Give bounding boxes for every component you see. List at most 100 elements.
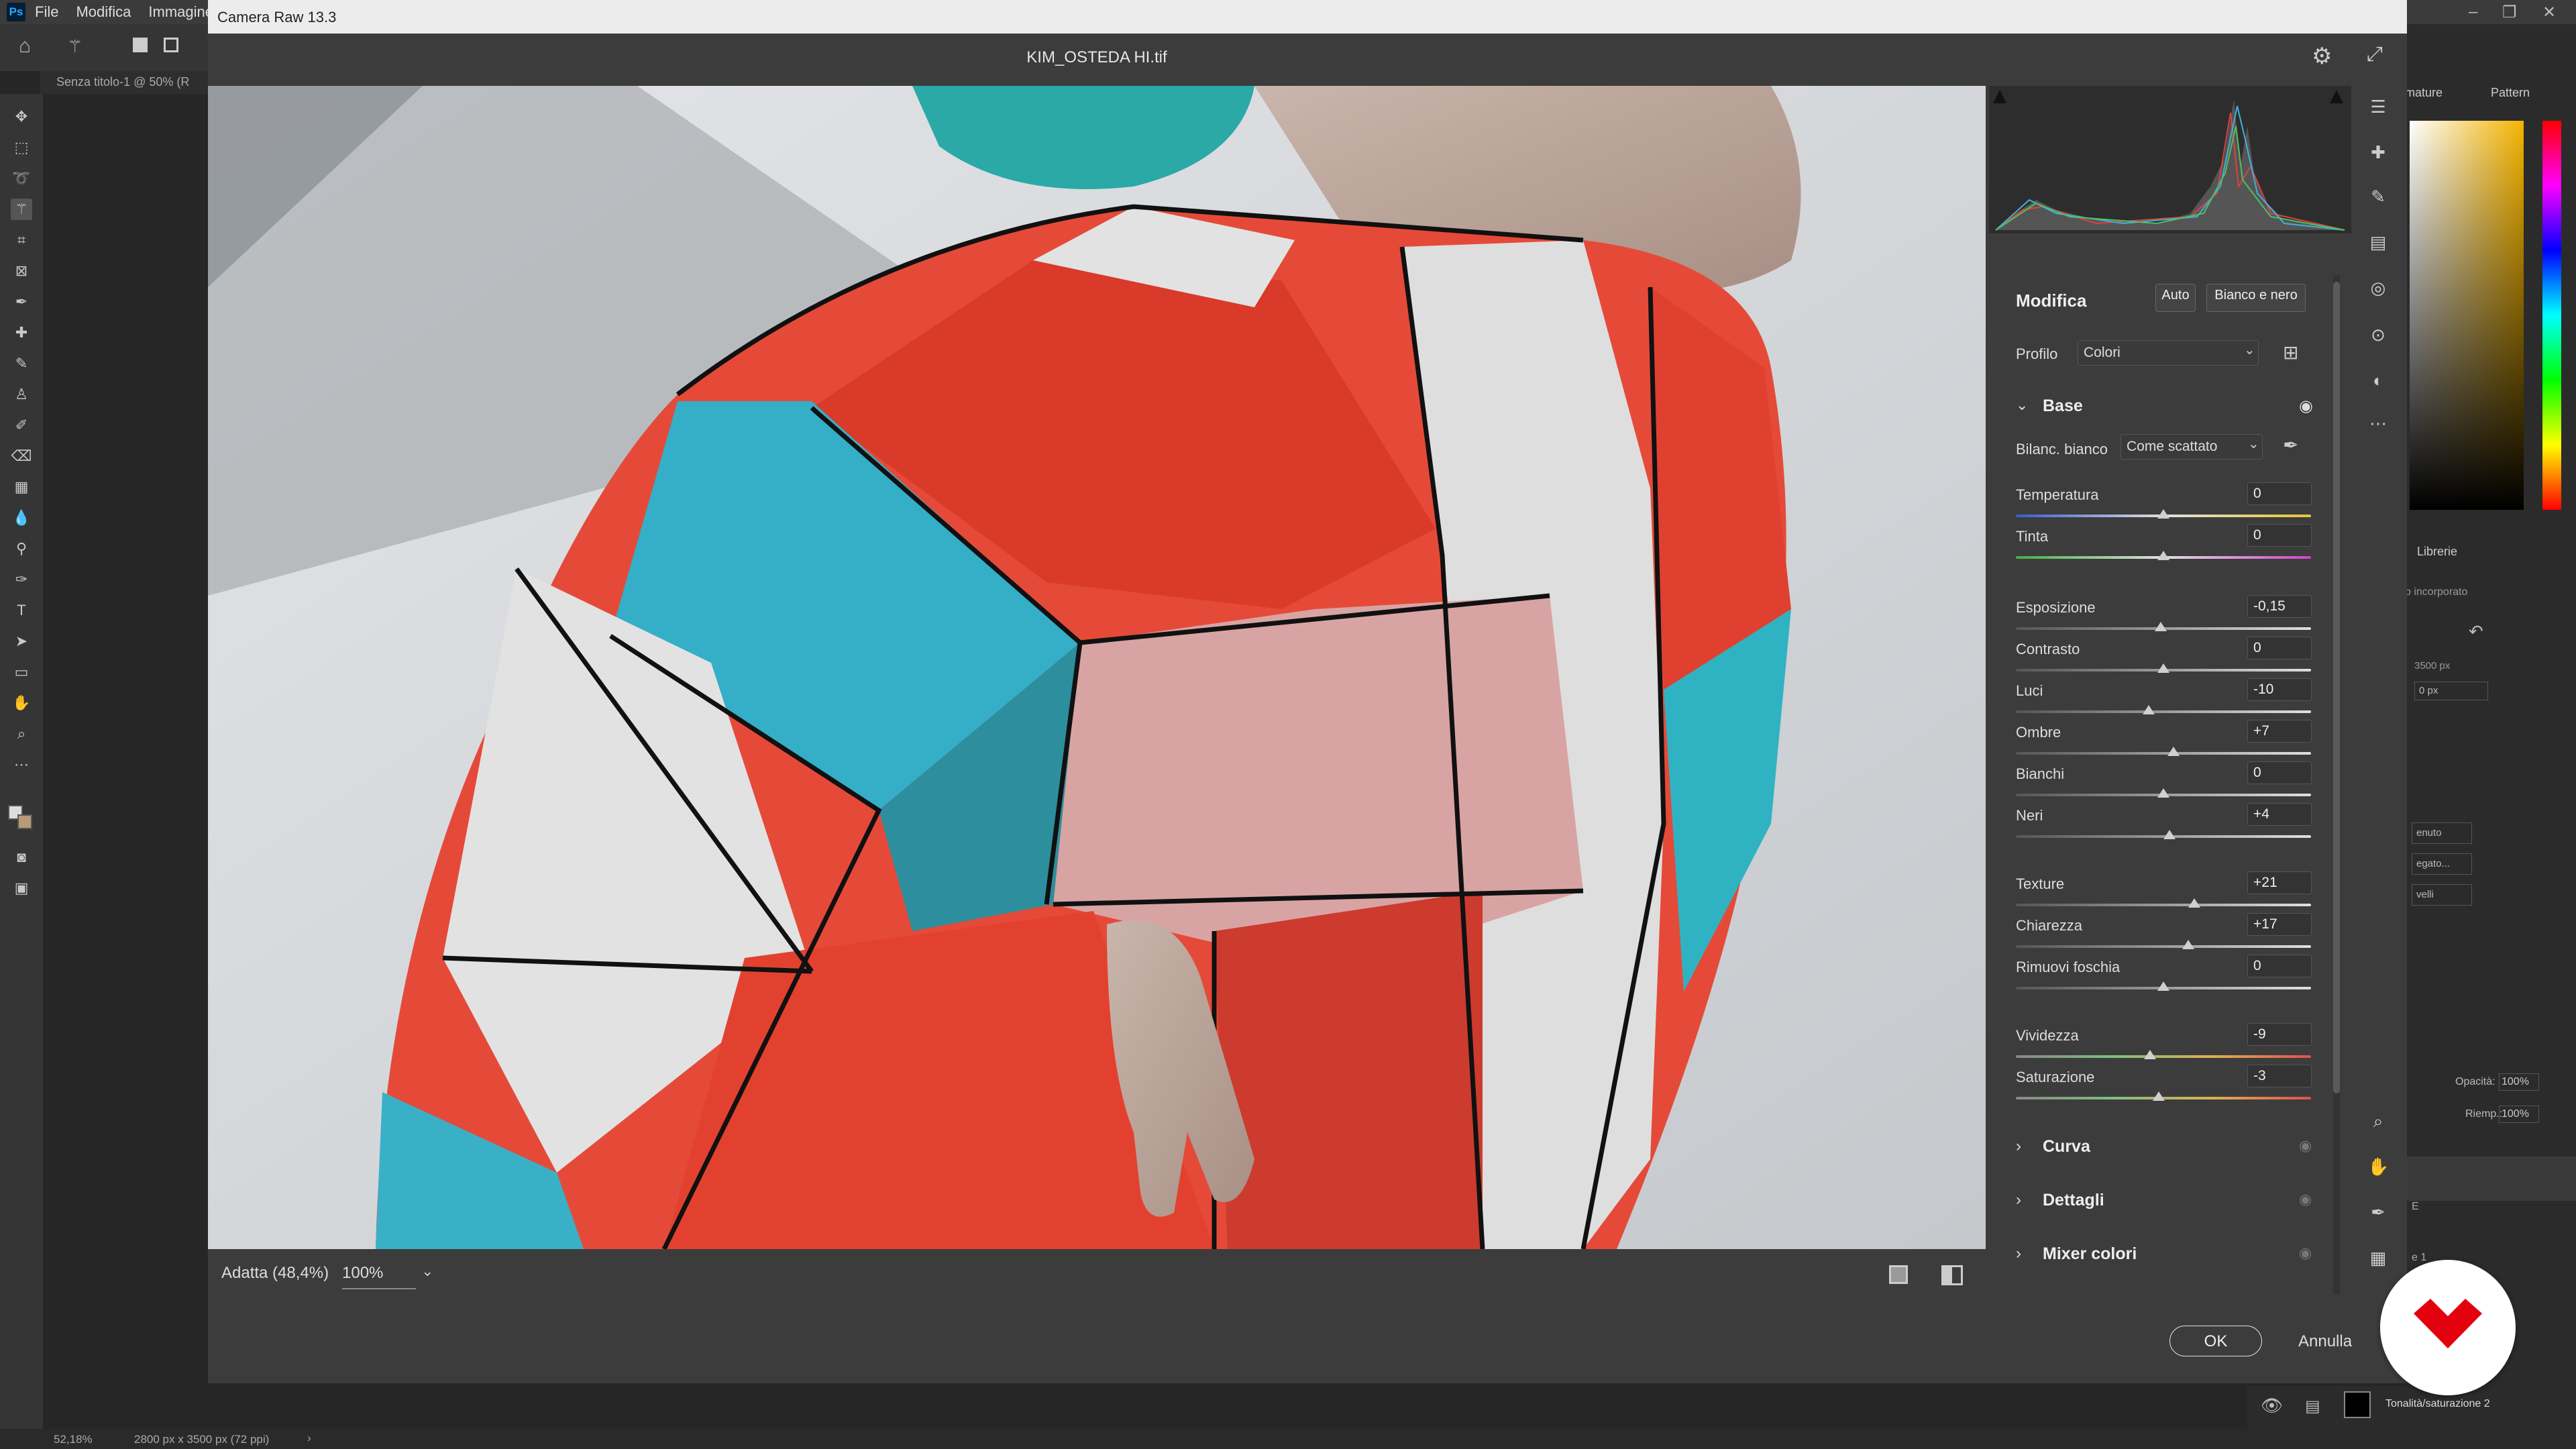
single-view-icon[interactable] [1889, 1265, 1908, 1284]
move-tool-icon[interactable]: ✥ [11, 106, 32, 127]
slider-value-field-10[interactable]: 0 [2247, 955, 2312, 977]
menu-modifica[interactable]: Modifica [76, 3, 131, 21]
hand-tool-icon[interactable]: ✋ [11, 692, 32, 714]
more-options-icon[interactable]: ⋯ [2367, 413, 2389, 435]
profile-chevron-down-icon[interactable]: ⌄ [2244, 341, 2255, 358]
bw-button[interactable]: Bianco e nero [2206, 284, 2306, 312]
slider-thumb-12[interactable] [2153, 1091, 2165, 1101]
slider-value-field-0[interactable]: 0 [2247, 482, 2312, 505]
lasso-tool-icon[interactable]: ➰ [11, 168, 32, 189]
redeye-icon[interactable]: ⊙ [2367, 325, 2389, 346]
document-tab[interactable]: Senza titolo-1 @ 50% (R [40, 71, 208, 94]
profile-select[interactable]: Colori [2078, 340, 2259, 366]
opacity-field[interactable]: 100% [2499, 1073, 2539, 1091]
presets-icon[interactable]: ◐ [2367, 370, 2389, 392]
quick-mask-icon[interactable]: ◙ [11, 847, 32, 868]
zoom-fit-button[interactable]: Adatta (48,4%) [221, 1264, 329, 1283]
background-color-icon[interactable] [17, 814, 32, 829]
magic-wand-tool-icon[interactable]: ⚚ [11, 199, 32, 220]
slider-thumb-2[interactable] [2154, 622, 2167, 631]
dettagli-chevron-right-icon[interactable]: › [2016, 1191, 2021, 1210]
type-tool-icon[interactable]: T [11, 600, 32, 621]
ok-button[interactable]: OK [2169, 1326, 2262, 1356]
offset-field[interactable]: 0 px [2414, 682, 2488, 700]
layer-btn-3[interactable]: velli [2412, 884, 2472, 906]
slider-value-field-1[interactable]: 0 [2247, 524, 2312, 547]
mixer-chevron-right-icon[interactable]: › [2016, 1244, 2021, 1263]
slider-track-8[interactable] [2016, 904, 2311, 906]
auto-button[interactable]: Auto [2155, 284, 2196, 312]
libraries-tab[interactable]: Librerie [2417, 545, 2457, 559]
minimize-icon[interactable]: – [2469, 3, 2477, 21]
healing-tool-icon[interactable]: ✚ [11, 322, 32, 343]
eye-icon[interactable]: 👁 [2261, 1395, 2283, 1416]
dettagli-eye-icon[interactable]: ◉ [2299, 1191, 2312, 1208]
slider-thumb-1[interactable] [2157, 551, 2169, 560]
shape-tool-icon[interactable]: ▭ [11, 661, 32, 683]
slider-thumb-4[interactable] [2143, 705, 2155, 714]
blur-tool-icon[interactable]: 💧 [11, 507, 32, 529]
slider-value-field-7[interactable]: +4 [2247, 803, 2312, 826]
slider-track-9[interactable] [2016, 945, 2311, 948]
menu-file[interactable]: File [35, 3, 58, 21]
dodge-tool-icon[interactable]: ⚲ [11, 538, 32, 559]
zoom-chevron-down-icon[interactable]: ⌄ [421, 1263, 433, 1280]
brush-icon[interactable]: ✎ [2367, 186, 2389, 208]
slider-track-11[interactable] [2016, 1055, 2311, 1058]
magic-wand-icon[interactable]: ⚚ [67, 36, 83, 57]
slider-value-field-2[interactable]: -0,15 [2247, 595, 2312, 618]
selection-new-icon[interactable] [133, 38, 148, 52]
fullscreen-icon[interactable]: ⤢ [2367, 43, 2383, 66]
wb-eyedropper-icon[interactable]: ✒ [2283, 434, 2298, 456]
wb-select[interactable]: Come scattato [2121, 434, 2263, 460]
slider-value-field-9[interactable]: +17 [2247, 913, 2312, 936]
slider-thumb-11[interactable] [2144, 1050, 2157, 1059]
eraser-tool-icon[interactable]: ⌫ [11, 445, 32, 467]
zoom-icon[interactable]: ⌕ [2367, 1111, 2389, 1132]
slider-thumb-0[interactable] [2157, 509, 2169, 519]
home-icon[interactable]: ⌂ [19, 35, 31, 58]
history-brush-icon[interactable]: ✐ [11, 415, 32, 436]
base-eye-icon[interactable]: ◉ [2299, 396, 2313, 416]
curva-eye-icon[interactable]: ◉ [2299, 1137, 2312, 1155]
mixer-section-title[interactable]: Mixer colori [2043, 1244, 2137, 1264]
hue-slider[interactable] [2542, 121, 2561, 510]
swatches-tab[interactable]: mature [2405, 86, 2443, 100]
slider-value-field-8[interactable]: +21 [2247, 871, 2312, 894]
slider-value-field-11[interactable]: -9 [2247, 1023, 2312, 1046]
more-tools-icon[interactable]: ⋯ [11, 754, 32, 775]
slider-value-field-6[interactable]: 0 [2247, 761, 2312, 784]
gradient-filter-icon[interactable]: ▤ [2367, 232, 2389, 254]
slider-thumb-6[interactable] [2157, 788, 2169, 798]
marquee-tool-icon[interactable]: ⬚ [11, 137, 32, 158]
reset-icon[interactable]: ↶ [2469, 621, 2483, 642]
path-select-icon[interactable]: ➤ [11, 631, 32, 652]
zoom-tool-icon[interactable]: ⌕ [11, 723, 32, 745]
profile-browser-icon[interactable]: ⊞ [2283, 341, 2298, 364]
slider-track-5[interactable] [2016, 752, 2311, 755]
edit-sliders-icon[interactable]: ☰ [2367, 97, 2389, 118]
screen-mode-icon[interactable]: ▣ [11, 877, 32, 899]
slider-thumb-8[interactable] [2188, 898, 2201, 908]
before-after-icon[interactable] [1941, 1265, 1963, 1285]
gradient-tool-icon[interactable]: ▦ [11, 476, 32, 498]
dettagli-section-title[interactable]: Dettagli [2043, 1191, 2104, 1210]
menu-immagine[interactable]: Immagine [148, 3, 213, 21]
eyedropper-tool-icon[interactable]: ✒ [11, 291, 32, 313]
status-arrow-icon[interactable]: › [307, 1432, 311, 1445]
slider-value-field-12[interactable]: -3 [2247, 1065, 2312, 1087]
layer-btn-2[interactable]: egato... [2412, 853, 2472, 875]
close-icon[interactable]: ✕ [2542, 3, 2556, 22]
restore-icon[interactable]: ❐ [2502, 3, 2517, 22]
crop-tool-icon[interactable]: ⌗ [11, 229, 32, 251]
slider-thumb-5[interactable] [2167, 747, 2180, 756]
base-section-title[interactable]: Base [2043, 396, 2083, 416]
photo-preview[interactable] [208, 86, 1986, 1249]
color-sampler-icon[interactable]: ✒ [2367, 1202, 2389, 1224]
frame-tool-icon[interactable]: ⊠ [11, 260, 32, 282]
slider-value-field-4[interactable]: -10 [2247, 678, 2312, 701]
color-picker-field[interactable] [2410, 121, 2524, 510]
radial-filter-icon[interactable]: ◎ [2367, 278, 2389, 299]
settings-gear-icon[interactable]: ⚙ [2312, 43, 2332, 70]
slider-thumb-7[interactable] [2163, 830, 2176, 839]
